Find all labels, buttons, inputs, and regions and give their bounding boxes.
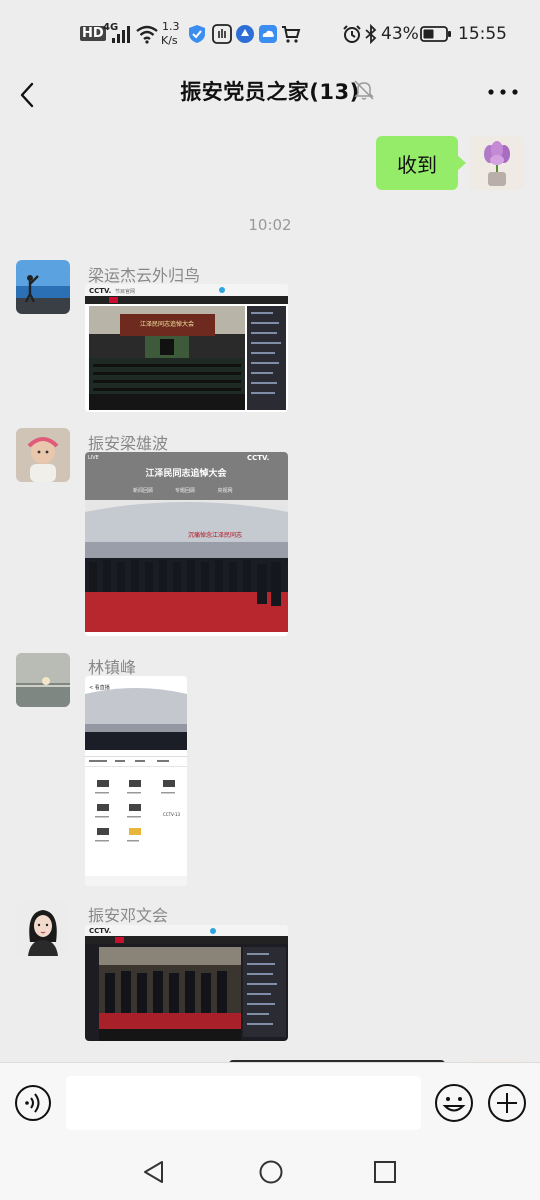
alarm-icon — [343, 25, 361, 43]
battery-percent: 43% — [381, 24, 419, 44]
chat-header: 振安党员之家(13) — [0, 68, 540, 122]
memorial-title: 江泽民同志追悼大会 — [145, 467, 227, 479]
network-hd-label: HD — [80, 26, 106, 41]
battery-icon — [420, 26, 451, 42]
live-label: LIVE — [88, 455, 99, 461]
mute-bell-icon — [354, 80, 374, 100]
emoji-icon[interactable] — [434, 1083, 474, 1123]
cctv-logo: CCTV. — [89, 927, 111, 935]
sender-avatar[interactable] — [16, 902, 70, 956]
live-back-label: < 看直播 — [89, 684, 110, 691]
cctv-logo: CCTV. — [89, 287, 111, 295]
message-input[interactable] — [66, 1076, 421, 1130]
tab-cctv-net: 央视网 — [217, 487, 232, 494]
system-navigation-bar — [0, 1150, 540, 1200]
self-avatar[interactable] — [470, 136, 524, 190]
tab-special-review: 专题回顾 — [175, 487, 195, 494]
input-bar — [0, 1062, 540, 1150]
message-list[interactable]: 收到 10:02 梁运杰云外归鸟 CCTV. 节目官网 江泽民同志追悼大会 振安… — [0, 122, 540, 1062]
status-bar: HD 4G 1.3 K/s 43% 15:55 — [0, 0, 540, 68]
cctv-site-label: 节目官网 — [115, 288, 135, 295]
cart-app-icon — [282, 26, 301, 43]
tab-news-review: 新闻回顾 — [133, 487, 153, 494]
bluetooth-icon — [365, 24, 377, 44]
more-functions-plus-icon[interactable] — [487, 1083, 527, 1123]
wifi-icon — [136, 25, 158, 44]
cloud-app-icon — [259, 25, 277, 43]
timestamp: 10:02 — [248, 216, 292, 234]
shared-screenshot[interactable]: CCTV. 节目官网 江泽民同志追悼大会 — [85, 284, 288, 412]
voice-input-icon[interactable] — [14, 1084, 52, 1122]
cctv13-label: CCTV-13 — [163, 812, 181, 817]
self-message-bubble[interactable]: 收到 — [376, 136, 466, 190]
speed-value: 1.3 — [162, 20, 180, 33]
signal-icon — [112, 26, 130, 43]
shared-screenshot[interactable]: LIVE CCTV. 江泽民同志追悼大会 新闻回顾 专题回顾 央视网 沉痛悼念江… — [85, 452, 288, 636]
sender-name: 振安梁雄波 — [88, 434, 169, 453]
cctv-logo-small: CCTV. — [247, 454, 269, 462]
self-message-text: 收到 — [397, 152, 437, 177]
more-options-icon[interactable] — [486, 80, 520, 104]
nav-home-icon[interactable] — [258, 1159, 284, 1185]
sender-avatar[interactable] — [16, 428, 70, 482]
nav-back-icon[interactable] — [141, 1159, 167, 1185]
chat-title: 振安党员之家(13) — [180, 80, 360, 104]
browser-app-icon — [236, 25, 254, 43]
sender-avatar[interactable] — [16, 260, 70, 314]
speed-unit: K/s — [161, 34, 178, 47]
hand-app-icon — [212, 24, 232, 44]
sender-name: 梁运杰云外归鸟 — [88, 266, 201, 285]
shared-screenshot[interactable]: CCTV. — [85, 925, 288, 1041]
nav-recents-icon[interactable] — [372, 1159, 398, 1185]
sender-avatar[interactable] — [16, 653, 70, 707]
sender-name: 振安邓文会 — [88, 906, 169, 925]
sender-name: 林镇峰 — [88, 658, 137, 677]
shield-app-icon — [189, 25, 205, 43]
memorial-banner: 江泽民同志追悼大会 — [140, 320, 194, 328]
clock: 15:55 — [458, 24, 507, 44]
shared-screenshot[interactable]: < 看直播 CCTV-13 — [85, 676, 187, 886]
memorial-slogan: 沉痛悼念江泽民同志 — [188, 531, 242, 539]
